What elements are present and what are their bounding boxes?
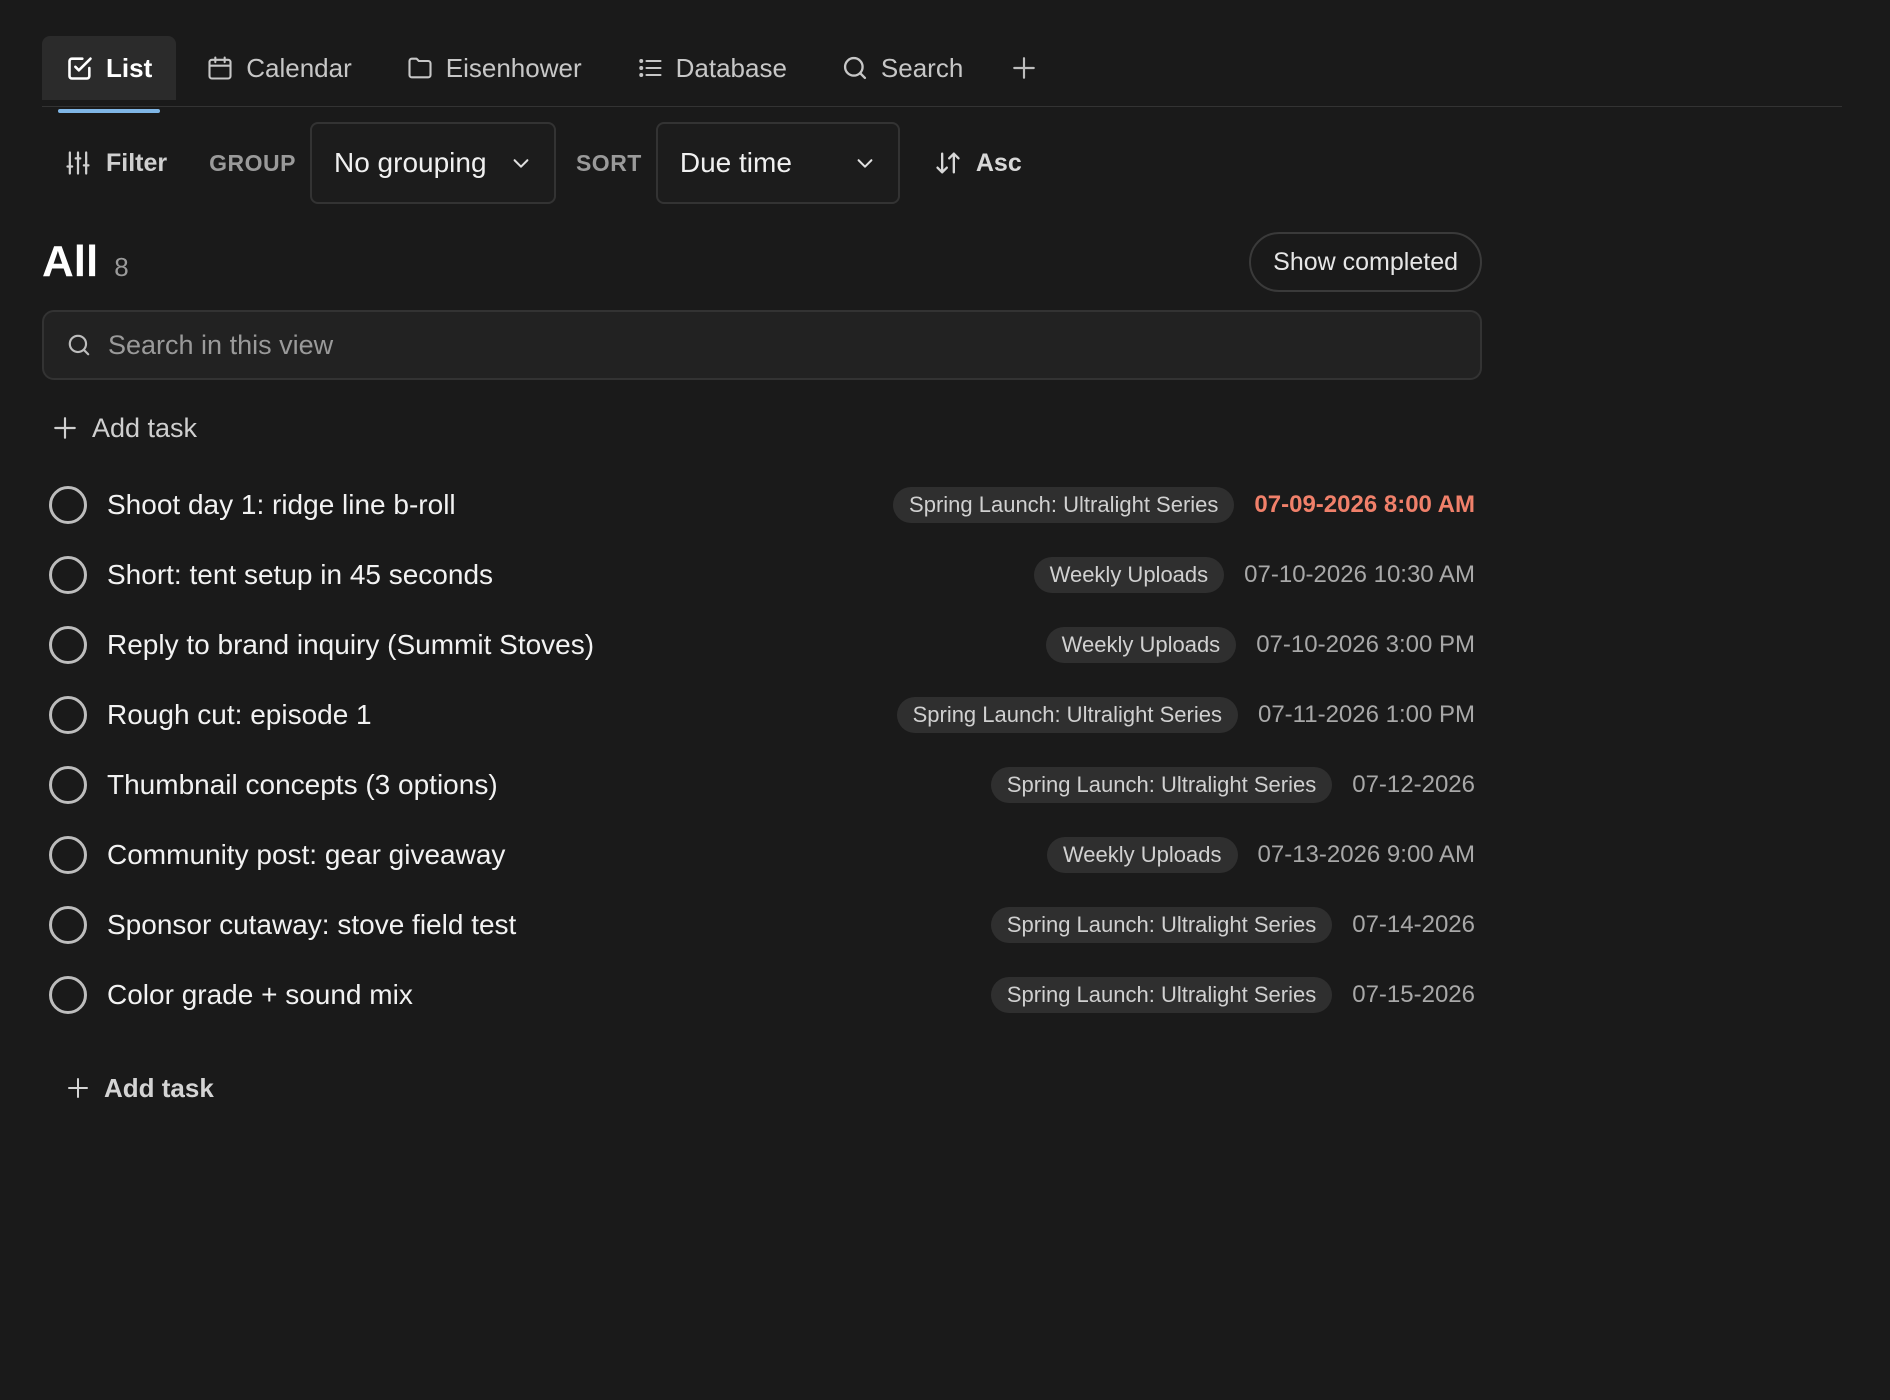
task-due-date[interactable]: 07-14-2026 [1352,911,1475,939]
task-title[interactable]: Sponsor cutaway: stove field test [107,909,991,941]
view-title: All [42,237,99,286]
task-project-tag[interactable]: Weekly Uploads [1033,557,1225,593]
view-header: All 8 Show completed [42,232,1482,292]
tab-label: List [106,52,153,83]
task-project-tag[interactable]: Spring Launch: Ultralight Series [990,977,1333,1013]
task-due-date[interactable]: 07-15-2026 [1352,981,1475,1009]
plus-icon [66,1076,90,1100]
task-project-tag[interactable]: Weekly Uploads [1045,627,1237,663]
tab-label: Calendar [246,52,352,83]
task-row[interactable]: Shoot day 1: ridge line b-roll Spring La… [42,470,1482,540]
task-row[interactable]: Sponsor cutaway: stove field test Spring… [42,890,1482,960]
task-row[interactable]: Short: tent setup in 45 seconds Weekly U… [42,540,1482,610]
task-checkbox[interactable] [49,556,87,594]
task-list: Shoot day 1: ridge line b-roll Spring La… [42,470,1482,1030]
folder-icon [406,54,434,82]
task-due-date[interactable]: 07-09-2026 8:00 AM [1254,491,1475,519]
search-icon [66,332,92,358]
group-value: No grouping [333,147,487,178]
task-row[interactable]: Color grade + sound mix Spring Launch: U… [42,960,1482,1030]
task-row[interactable]: Community post: gear giveaway Weekly Upl… [42,820,1482,890]
add-task-label: Add task [92,412,198,443]
task-title[interactable]: Rough cut: episode 1 [107,699,897,731]
task-due-date[interactable]: 07-11-2026 1:00 PM [1258,701,1475,729]
add-view-button[interactable] [993,36,1055,100]
calendar-icon [206,54,234,82]
chevron-down-icon [854,152,876,174]
group-select[interactable]: No grouping [309,122,556,204]
task-due-date[interactable]: 07-10-2026 3:00 PM [1256,631,1475,659]
task-project-tag[interactable]: Spring Launch: Ultralight Series [990,767,1333,803]
task-row[interactable]: Rough cut: episode 1 Spring Launch: Ultr… [42,680,1482,750]
sliders-icon [64,149,92,177]
task-row[interactable]: Thumbnail concepts (3 options) Spring La… [42,750,1482,820]
chevron-down-icon [510,152,532,174]
tab-calendar[interactable]: Calendar [182,36,376,100]
sort-value: Due time [679,147,792,178]
sort-arrows-icon [934,149,962,177]
tab-search[interactable]: Search [817,36,987,100]
task-project-tag[interactable]: Spring Launch: Ultralight Series [896,697,1238,733]
task-checkbox[interactable] [49,976,87,1014]
task-checkbox[interactable] [49,766,87,804]
task-checkbox[interactable] [49,906,87,944]
search-icon [841,54,869,82]
view-title-group: All 8 [42,237,129,287]
add-task-label: Add task [104,1072,214,1103]
list-icon [636,54,664,82]
task-count: 8 [114,252,129,282]
task-checkbox[interactable] [49,626,87,664]
task-title[interactable]: Shoot day 1: ridge line b-roll [107,489,893,521]
show-completed-button[interactable]: Show completed [1249,232,1482,292]
add-task-button-top[interactable]: Add task [52,408,1890,448]
filter-label: Filter [106,148,168,177]
task-title[interactable]: Thumbnail concepts (3 options) [107,769,991,801]
task-project-tag[interactable]: Spring Launch: Ultralight Series [990,907,1333,943]
view-search-box[interactable] [42,310,1482,380]
task-checkbox[interactable] [49,696,87,734]
task-title[interactable]: Community post: gear giveaway [107,839,1047,871]
tab-label: Search [880,52,964,83]
add-task-button-bottom[interactable]: Add task [66,1068,1890,1108]
task-checkbox[interactable] [49,486,87,524]
sort-order-button[interactable]: Asc [934,149,1022,178]
task-due-date[interactable]: 07-13-2026 9:00 AM [1258,841,1476,869]
task-title[interactable]: Short: tent setup in 45 seconds [107,559,1034,591]
sort-order-label: Asc [975,148,1022,177]
task-view-page: List Calendar Eisenhower Database Search… [0,0,1890,1400]
plus-icon [52,415,78,441]
task-project-tag[interactable]: Weekly Uploads [1046,837,1238,873]
task-due-date[interactable]: 07-12-2026 [1352,771,1475,799]
filter-button[interactable]: Filter [42,149,189,178]
tab-list[interactable]: List [42,36,177,113]
task-checkbox[interactable] [49,836,87,874]
task-row[interactable]: Reply to brand inquiry (Summit Stoves) W… [42,610,1482,680]
task-project-tag[interactable]: Spring Launch: Ultralight Series [893,487,1235,523]
tab-eisenhower[interactable]: Eisenhower [382,36,606,100]
search-input[interactable] [108,329,1458,361]
task-title[interactable]: Color grade + sound mix [107,979,991,1011]
plus-icon [1011,55,1037,81]
tab-database[interactable]: Database [612,36,811,100]
group-label: GROUP [209,149,296,176]
tab-label: Eisenhower [445,52,582,83]
checkbox-icon [66,54,94,82]
task-due-date[interactable]: 07-10-2026 10:30 AM [1244,561,1475,589]
view-toolbar: Filter GROUP No grouping SORT Due time A… [42,122,1890,204]
view-tabs: List Calendar Eisenhower Database Search [42,30,1842,113]
tab-label: Database [675,52,787,83]
task-title[interactable]: Reply to brand inquiry (Summit Stoves) [107,629,1046,661]
sort-select[interactable]: Due time [655,122,900,204]
sort-label: SORT [575,149,642,176]
